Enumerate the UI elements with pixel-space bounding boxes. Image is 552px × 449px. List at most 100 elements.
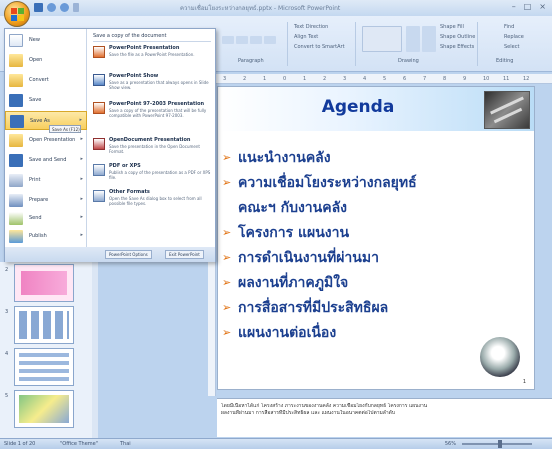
save-option-other[interactable]: Other Formats Open the Save As dialog box… — [93, 189, 213, 215]
slide-canvas[interactable]: Agenda ➢ แนะนำงานคลัง ➢ ความเชื่อมโยงระหว่… — [217, 86, 535, 390]
save-option-pdf[interactable]: PDF or XPS Publish a copy of the presenta… — [93, 163, 213, 189]
slides-pane-scrollbar[interactable] — [92, 262, 98, 438]
option-title: Other Formats — [109, 189, 150, 195]
menu-item-label: Save As — [30, 118, 50, 124]
odp-file-icon — [93, 138, 105, 150]
maximize-button[interactable]: □ — [524, 2, 532, 11]
save-as-tooltip: Save As (F12) — [49, 125, 81, 133]
option-title: PDF or XPS — [109, 163, 141, 169]
save-option-odp[interactable]: OpenDocument Presentation Save the presen… — [93, 137, 213, 163]
bullet-text: การสื่อสารที่มีประสิทธิผล — [238, 300, 389, 316]
ruler-tick: 8 — [443, 76, 447, 82]
undo-icon[interactable] — [47, 3, 56, 12]
slide-header-photo[interactable] — [484, 91, 530, 129]
align-left-button[interactable] — [222, 36, 234, 44]
shape-effects-button[interactable]: Shape Effects — [440, 44, 474, 50]
close-button[interactable]: × — [539, 2, 546, 11]
slide-thumbnail[interactable]: 5 — [5, 390, 74, 428]
ruler-tick: 3 — [223, 76, 227, 82]
exit-powerpoint-button[interactable]: Exit PowerPoint — [165, 250, 204, 259]
status-bar: Slide 1 of 20 "Office Theme" Thai 56% — [0, 438, 552, 449]
save-icon[interactable] — [34, 3, 43, 12]
replace-button[interactable]: Replace — [504, 34, 524, 40]
menu-item-save-and-send[interactable]: Save and Send ▸ — [5, 151, 87, 170]
zoom-level[interactable]: 56% — [445, 441, 456, 447]
option-desc: Save the presentation in the Open Docume… — [109, 144, 200, 154]
bullet-text: โครงการ แผนงาน — [238, 225, 350, 241]
shapes-gallery[interactable] — [362, 26, 402, 52]
text-direction-button[interactable]: Text Direction — [294, 24, 328, 30]
save-option-show[interactable]: PowerPoint Show Save as a presentation th… — [93, 73, 213, 99]
submenu-arrow-icon: ▸ — [80, 214, 83, 220]
office-button[interactable] — [4, 1, 30, 27]
menu-item-prepare[interactable]: Prepare ▸ — [5, 191, 87, 210]
ppt-file-icon — [93, 102, 105, 114]
slide-thumbnail[interactable]: 3 — [5, 306, 74, 344]
slide-thumbnail[interactable]: 4 — [5, 348, 74, 386]
shape-outline-button[interactable]: Shape Outline — [440, 34, 475, 40]
align-text-button[interactable]: Align Text — [294, 34, 318, 40]
notes-pane[interactable]: โดยมีเนื้อหาได้แก่ โครงสร้าง ภาระงานของง… — [217, 398, 552, 437]
select-button[interactable]: Select — [504, 44, 519, 50]
ruler-tick: 0 — [283, 76, 287, 82]
powerpoint-options-button[interactable]: PowerPoint Options — [105, 250, 152, 259]
quick-styles-button[interactable] — [422, 26, 436, 52]
find-button[interactable]: Find — [504, 24, 514, 30]
menu-item-open-presentation[interactable]: Open Presentation for PowerPoint▸ — [5, 131, 87, 150]
shape-fill-button[interactable]: Shape Fill — [440, 24, 464, 30]
customize-qat-icon[interactable] — [73, 3, 79, 12]
menu-item-print[interactable]: Print ▸ — [5, 171, 87, 190]
ruler-tick: 11 — [503, 76, 510, 82]
convert-smartart-button[interactable]: Convert to SmartArt — [294, 44, 345, 50]
thumbnail-content — [19, 353, 69, 381]
align-right-button[interactable] — [250, 36, 262, 44]
bullet-text: การดำเนินงานที่ผ่านมา — [238, 250, 379, 266]
slide-title[interactable]: Agenda — [258, 97, 458, 117]
save-as-icon — [10, 115, 24, 128]
bullet-item: ➢ แนะนำงานคลัง — [222, 147, 532, 172]
bullet-arrow-icon: ➢ — [222, 251, 232, 264]
menu-item-convert[interactable]: Convert — [5, 71, 87, 90]
ribbon-group-text: Text Direction Align Text Convert to Sma… — [290, 22, 356, 66]
office-logo-icon — [11, 8, 25, 22]
minimize-button[interactable]: – — [512, 2, 516, 11]
menu-item-send[interactable]: Send ▸ — [5, 209, 87, 228]
submenu-arrow-icon: ▸ — [80, 156, 83, 162]
zoom-slider[interactable] — [462, 443, 532, 445]
bullet-arrow-icon: ➢ — [222, 176, 232, 189]
slide-info: Slide 1 of 20 — [4, 441, 36, 447]
horizontal-ruler[interactable]: 3 2 1 0 1 2 3 4 5 6 7 8 9 10 11 12 — [215, 74, 552, 84]
align-center-button[interactable] — [236, 36, 248, 44]
save-option-97-2003[interactable]: PowerPoint 97-2003 Presentation Save a co… — [93, 101, 213, 135]
justify-button[interactable] — [264, 36, 276, 44]
bullet-list[interactable]: ➢ แนะนำงานคลัง ➢ ความเชื่อมโยงระหว่างกลยุท… — [222, 147, 532, 347]
menu-item-new[interactable]: New — [5, 31, 87, 50]
submenu-arrow-icon: ▸ — [79, 117, 82, 123]
print-icon — [9, 174, 23, 187]
zoom-slider-handle[interactable] — [498, 440, 502, 448]
menu-item-publish[interactable]: Publish ▸ — [5, 227, 87, 246]
option-desc: Save the file as a PowerPoint Presentati… — [109, 52, 195, 57]
money-logo-icon[interactable] — [480, 337, 520, 377]
save-option-pptx[interactable]: PowerPoint Presentation Save the file as … — [93, 45, 213, 71]
office-menu-commands: New Open Convert Save Save As ▸ Open Pres… — [5, 29, 87, 247]
publish-icon — [9, 230, 23, 243]
option-title: PowerPoint Show — [109, 73, 159, 79]
thumbnail-number: 2 — [5, 267, 9, 273]
bullet-text: คณะฯ กับงานคลัง — [238, 200, 348, 216]
save-as-submenu: Save a copy of the document PowerPoint P… — [89, 29, 215, 247]
slide-thumbnail[interactable]: 2 — [5, 264, 74, 302]
pps-file-icon — [93, 74, 105, 86]
bullet-arrow-icon: ➢ — [222, 301, 232, 314]
language-indicator[interactable]: Thai — [120, 441, 131, 447]
bullet-item: ➢ การสื่อสารที่มีประสิทธิผล — [222, 297, 532, 322]
bullet-item: ➢ ผลงานที่ภาคภูมิใจ — [222, 272, 532, 297]
menu-item-save[interactable]: Save — [5, 91, 87, 110]
ruler-tick: 9 — [463, 76, 467, 82]
bullet-item: ➢ โครงการ แผนงาน — [222, 222, 532, 247]
ruler-tick: 1 — [263, 76, 267, 82]
thumbnail-content — [19, 311, 69, 339]
arrange-button[interactable] — [406, 26, 420, 52]
redo-icon[interactable] — [60, 3, 69, 12]
menu-item-open[interactable]: Open — [5, 51, 87, 70]
